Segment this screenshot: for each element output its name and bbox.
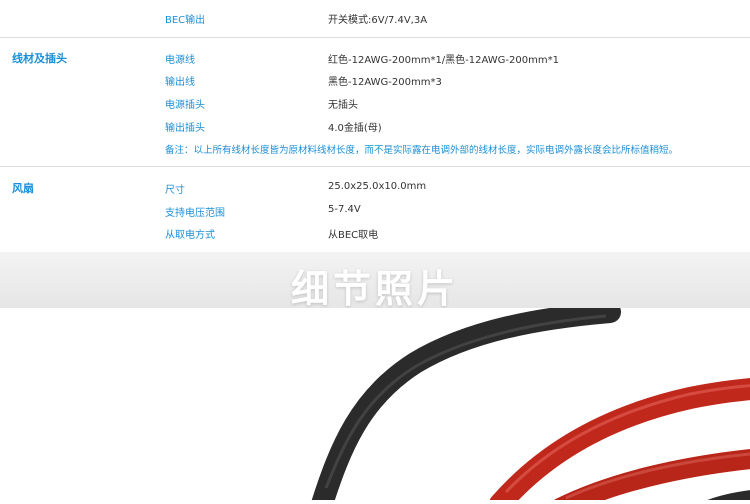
spec-label-power-wire: 电源线 <box>165 55 195 66</box>
spec-label-output-wire: 输出线 <box>165 77 195 88</box>
product-photo <box>0 301 750 504</box>
spec-label-bec: BEC输出 <box>165 15 206 26</box>
spec-value-output-plug: 4.0金插(母) <box>328 123 382 134</box>
spec-label-fan-voltage: 支持电压范围 <box>165 208 225 219</box>
spec-label-power-plug: 电源插头 <box>165 100 205 111</box>
black-wire <box>311 301 621 504</box>
spec-value-output-wire: 黑色-12AWG-200mm*3 <box>328 77 442 88</box>
spec-label-output-plug: 输出插头 <box>165 123 205 134</box>
spec-label-fan-power: 从取电方式 <box>165 230 215 241</box>
wires-image <box>311 301 750 504</box>
spec-value-bec: 开关模式:6V/7.4V,3A <box>328 15 428 26</box>
spec-value-power-plug: 无插头 <box>328 100 358 111</box>
detail-photo-banner: 细节照片 <box>0 252 750 311</box>
section-title-wires: 线材及插头 <box>12 52 67 65</box>
divider <box>0 166 750 167</box>
spec-value-fan-power: 从BEC取电 <box>328 230 379 241</box>
spec-value-power-wire: 红色-12AWG-200mm*1/黑色-12AWG-200mm*1 <box>328 55 559 66</box>
red-wire <box>550 449 750 504</box>
spec-table: BEC输出 开关模式:6V/7.4V,3A 线材及插头 电源线 红色-12AWG… <box>0 0 750 252</box>
black-wire <box>701 490 750 504</box>
divider <box>0 37 750 38</box>
spec-label-fan-size: 尺寸 <box>165 185 185 196</box>
spec-note: 备注：以上所有线材长度皆为原材料线材长度，而不是实际露在电调外部的线材长度，实际… <box>165 145 679 156</box>
section-title-fan: 风扇 <box>12 182 34 195</box>
spec-value-fan-size: 25.0x25.0x10.0mm <box>328 181 427 192</box>
spec-value-fan-voltage: 5-7.4V <box>328 204 361 215</box>
banner-title: 细节照片 <box>290 267 459 311</box>
